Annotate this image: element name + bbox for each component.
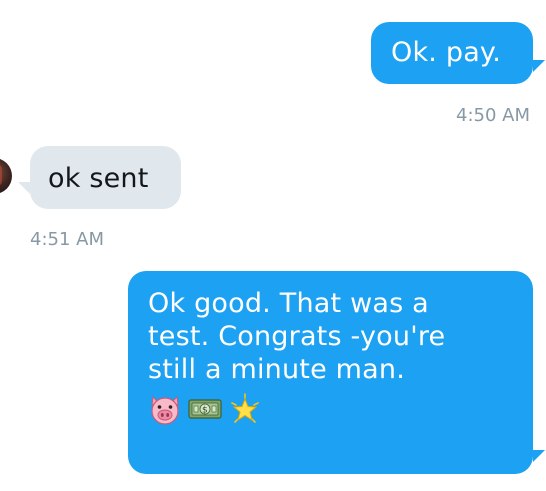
dollar-banknote-icon: $	[188, 399, 222, 419]
bubble-tail	[533, 450, 545, 462]
avatar[interactable]	[0, 158, 12, 194]
svg-text:$: $	[202, 406, 208, 416]
emoji-row: $	[148, 392, 521, 426]
message-text: Ok. pay.	[391, 37, 502, 68]
glowing-star-icon	[231, 393, 259, 423]
direct-message-thread: Ok. pay. 4:50 AM ok sent 4:51 AM Ok good…	[0, 0, 546, 491]
bubble-tail	[18, 182, 30, 194]
sent-message-bubble[interactable]: Ok. pay.	[371, 22, 533, 84]
message-text: ok sent	[48, 163, 149, 194]
message-text-line: test. Congrats -you're	[148, 321, 446, 352]
pig-face-icon	[151, 395, 179, 425]
message-timestamp: 4:50 AM	[456, 105, 530, 126]
sent-message-bubble[interactable]: Ok good. That was a test. Congrats -you'…	[128, 271, 533, 474]
bubble-tail	[533, 60, 545, 72]
message-timestamp: 4:51 AM	[30, 229, 104, 250]
received-message-bubble[interactable]: ok sent	[30, 146, 181, 209]
message-text-line: Ok good. That was a	[148, 288, 429, 319]
message-text-line: still a minute man.	[148, 354, 406, 385]
